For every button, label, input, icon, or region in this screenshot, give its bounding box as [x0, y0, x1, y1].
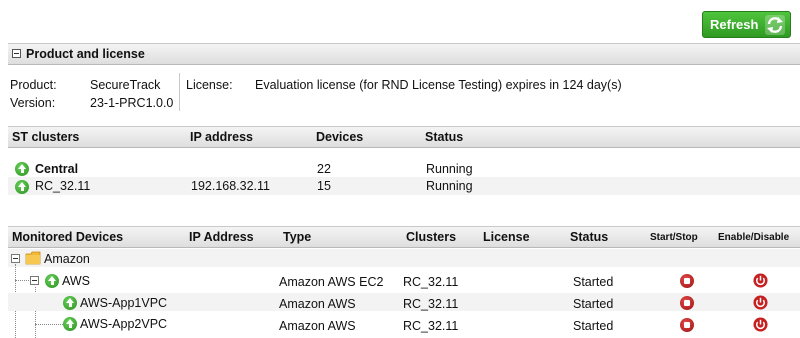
- col-status: Status: [425, 130, 464, 144]
- device-cluster: RC_32.11: [403, 297, 459, 311]
- cluster-status: Running: [426, 162, 473, 176]
- device-cluster: RC_32.11: [403, 319, 459, 333]
- cluster-devices: 15: [317, 179, 331, 193]
- device-status: Started: [573, 297, 614, 311]
- col-monitored-devices: Monitored Devices: [12, 230, 124, 244]
- tree-line: [15, 280, 29, 281]
- license-value: Evaluation license (for RND License Test…: [255, 78, 622, 92]
- row-background: [8, 177, 800, 195]
- power-icon[interactable]: [753, 273, 768, 288]
- status-up-icon: [45, 274, 59, 288]
- refresh-button[interactable]: Refresh: [702, 11, 791, 38]
- cluster-status: Running: [426, 179, 473, 193]
- product-value: SecureTrack: [90, 78, 161, 92]
- cluster-name[interactable]: Central: [35, 162, 78, 176]
- device-status: Started: [573, 275, 614, 289]
- tree-collapse-icon[interactable]: [11, 254, 20, 263]
- device-type: Amazon AWS: [279, 297, 356, 311]
- status-up-icon: [63, 296, 77, 310]
- version-value: 23-1-PRC1.0.0: [90, 96, 174, 110]
- col-ip-address: IP Address: [189, 230, 254, 244]
- info-divider: [179, 73, 180, 111]
- device-cluster: RC_32.11: [403, 275, 459, 289]
- stop-icon[interactable]: [680, 274, 694, 288]
- col-start-stop: Start/Stop: [650, 232, 698, 243]
- power-icon[interactable]: [753, 295, 768, 310]
- refresh-label: Refresh: [710, 17, 759, 32]
- tree-root-label[interactable]: Amazon: [44, 252, 90, 266]
- refresh-icon: [765, 15, 785, 35]
- device-name[interactable]: AWS-App1VPC: [80, 296, 167, 310]
- power-icon[interactable]: [753, 317, 768, 332]
- status-up-icon: [15, 162, 29, 176]
- version-label: Version:: [10, 96, 56, 110]
- license-label: License:: [186, 78, 233, 92]
- cluster-name[interactable]: RC_32.11: [35, 179, 90, 193]
- collapse-icon[interactable]: [12, 49, 21, 58]
- stop-icon[interactable]: [680, 318, 694, 332]
- col-type: Type: [283, 230, 312, 244]
- status-up-icon: [15, 180, 29, 194]
- device-type: Amazon AWS EC2: [279, 275, 384, 289]
- tree-collapse-icon[interactable]: [30, 276, 39, 285]
- device-name[interactable]: AWS: [62, 274, 90, 288]
- clusters-header: ST clusters IP address Devices Status: [8, 126, 800, 148]
- col-enable-disable: Enable/Disable: [718, 232, 790, 243]
- col-license: License: [483, 230, 530, 244]
- cluster-ip: 192.168.32.11: [191, 179, 271, 193]
- product-section-header[interactable]: Product and license: [8, 43, 800, 65]
- tree-line: [35, 324, 63, 325]
- cluster-devices: 22: [317, 162, 331, 176]
- col-status: Status: [570, 230, 609, 244]
- stop-icon[interactable]: [680, 296, 694, 310]
- folder-icon: [25, 251, 41, 265]
- col-clusters: Clusters: [406, 230, 457, 244]
- col-devices: Devices: [316, 130, 364, 144]
- device-type: Amazon AWS: [279, 319, 356, 333]
- col-st-clusters: ST clusters: [12, 130, 80, 144]
- product-label: Product:: [10, 78, 57, 92]
- devices-header: Monitored Devices IP Address Type Cluste…: [8, 226, 800, 248]
- status-up-icon: [63, 317, 77, 331]
- product-section-title: Product and license: [26, 47, 145, 61]
- device-status: Started: [573, 319, 614, 333]
- row-background: [8, 249, 800, 267]
- device-name[interactable]: AWS-App2VPC: [80, 317, 167, 331]
- col-ip-address: IP address: [190, 130, 254, 144]
